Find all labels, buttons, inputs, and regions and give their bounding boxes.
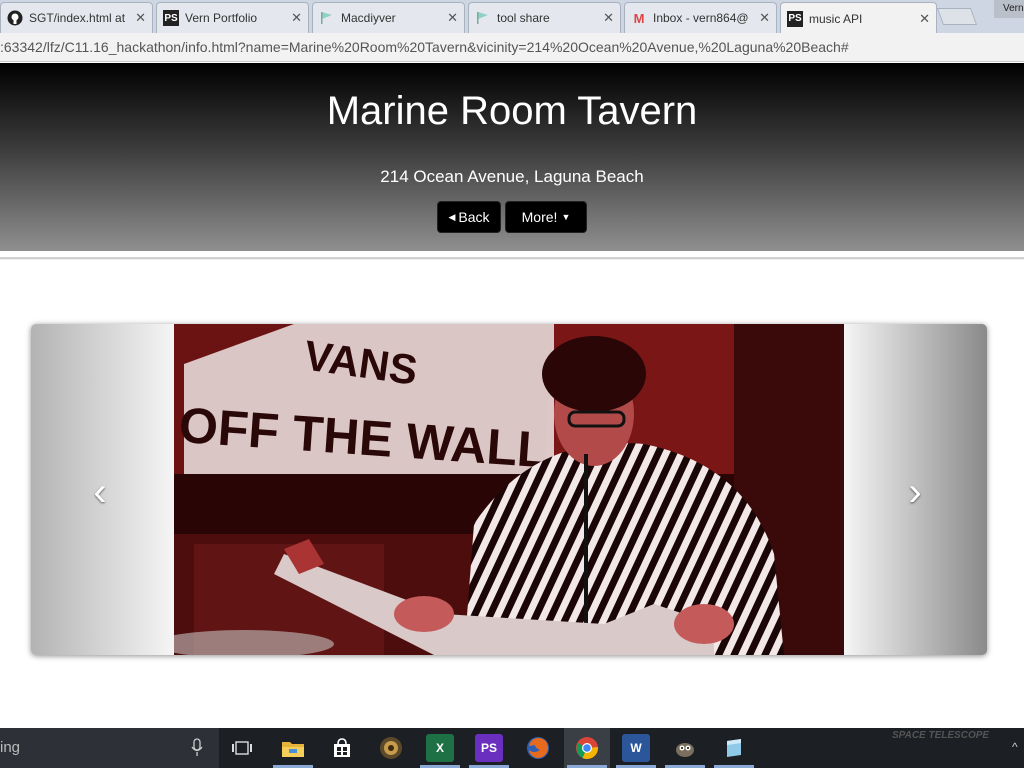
tab-vern-portfolio[interactable]: PS Vern Portfolio ✕ — [156, 2, 309, 33]
new-tab-button[interactable] — [936, 8, 978, 25]
tab-tool-share[interactable]: tool share ✕ — [468, 2, 621, 33]
store-icon[interactable] — [328, 734, 356, 762]
word-icon[interactable]: W — [622, 734, 650, 762]
carousel-next-control[interactable]: › — [844, 324, 987, 655]
file-explorer-icon[interactable] — [279, 734, 307, 762]
carousel-photo: VANS OFF THE WALL — [174, 324, 844, 655]
close-icon[interactable]: ✕ — [603, 10, 614, 26]
tab-inbox[interactable]: M Inbox - vern864@ ✕ — [624, 2, 777, 33]
venue-header: Marine Room Tavern 214 Ocean Avenue, Lag… — [0, 63, 1024, 251]
tab-label: Macdiyver — [341, 11, 396, 25]
chrome-icon[interactable] — [573, 734, 601, 762]
task-view-icon[interactable] — [228, 734, 256, 762]
tab-label: Inbox - vern864@ — [653, 11, 749, 25]
phpstorm-icon: PS — [163, 10, 179, 26]
search-text: ing — [0, 739, 21, 756]
flag-icon — [319, 10, 335, 26]
phpstorm-icon: PS — [787, 10, 803, 27]
caret-left-icon: ◀ — [448, 211, 456, 222]
close-icon[interactable]: ✕ — [447, 10, 458, 26]
tab-music-api[interactable]: PS music API ✕ — [780, 2, 937, 34]
close-icon[interactable]: ✕ — [759, 10, 770, 26]
notes-icon[interactable] — [720, 734, 748, 762]
github-icon — [7, 10, 23, 26]
close-icon[interactable]: ✕ — [291, 10, 302, 26]
chevron-left-icon: ‹ — [93, 470, 107, 514]
gmail-icon: M — [633, 10, 645, 26]
wallpaper-text: SPACE TELESCOPE — [892, 730, 990, 741]
caret-down-icon: ▼ — [561, 212, 571, 222]
header-divider — [0, 257, 1024, 260]
excel-icon[interactable]: X — [426, 734, 454, 762]
photo-carousel: ‹ VANS OFF THE WALL › — [31, 324, 987, 655]
chevron-right-icon: › — [908, 470, 922, 514]
tab-label: tool share — [497, 11, 550, 25]
desktop-wallpaper-label: SPACE TELESCOPE ^ — [830, 728, 1024, 768]
flag-icon — [475, 10, 491, 26]
microphone-icon[interactable] — [190, 738, 204, 758]
header-buttons: ◀ Back More! ▼ — [0, 201, 1024, 233]
firefox-icon[interactable] — [524, 734, 552, 762]
tab-label: music API — [809, 11, 863, 26]
taskbar-search-box[interactable]: ing — [0, 728, 219, 768]
tab-sgt[interactable]: SGT/index.html at ✕ — [0, 2, 153, 33]
venue-address: 214 Ocean Avenue, Laguna Beach — [380, 167, 644, 186]
phpstorm-icon[interactable]: PS — [475, 734, 503, 762]
user-profile-button[interactable]: Vern — [994, 0, 1024, 18]
close-icon[interactable]: ✕ — [919, 11, 930, 27]
tab-macdiyver[interactable]: Macdiyver ✕ — [312, 2, 465, 33]
tab-label: SGT/index.html at — [29, 11, 126, 25]
more-label: More! — [521, 209, 558, 225]
speaker-icon[interactable] — [377, 734, 405, 762]
close-icon[interactable]: ✕ — [135, 10, 146, 26]
back-button[interactable]: ◀ Back — [437, 201, 501, 233]
gimp-icon[interactable] — [671, 734, 699, 762]
tab-label: Vern Portfolio — [185, 11, 258, 25]
browser-tab-strip: SGT/index.html at ✕ PS Vern Portfolio ✕ … — [0, 0, 1024, 34]
address-bar[interactable]: :63342/lfz/C11.16_hackathon/info.html?na… — [0, 33, 1024, 62]
back-label: Back — [458, 209, 490, 225]
page-title: Marine Room Tavern — [326, 89, 698, 133]
more-dropdown-button[interactable]: More! ▼ — [505, 201, 587, 233]
windows-taskbar: ing X PS W SPACE TELESCOPE ^ — [0, 728, 1024, 768]
performer-photo: VANS OFF THE WALL — [174, 324, 844, 655]
carousel-prev-control[interactable]: ‹ — [31, 324, 174, 655]
chevron-up-icon[interactable]: ^ — [1012, 740, 1018, 754]
